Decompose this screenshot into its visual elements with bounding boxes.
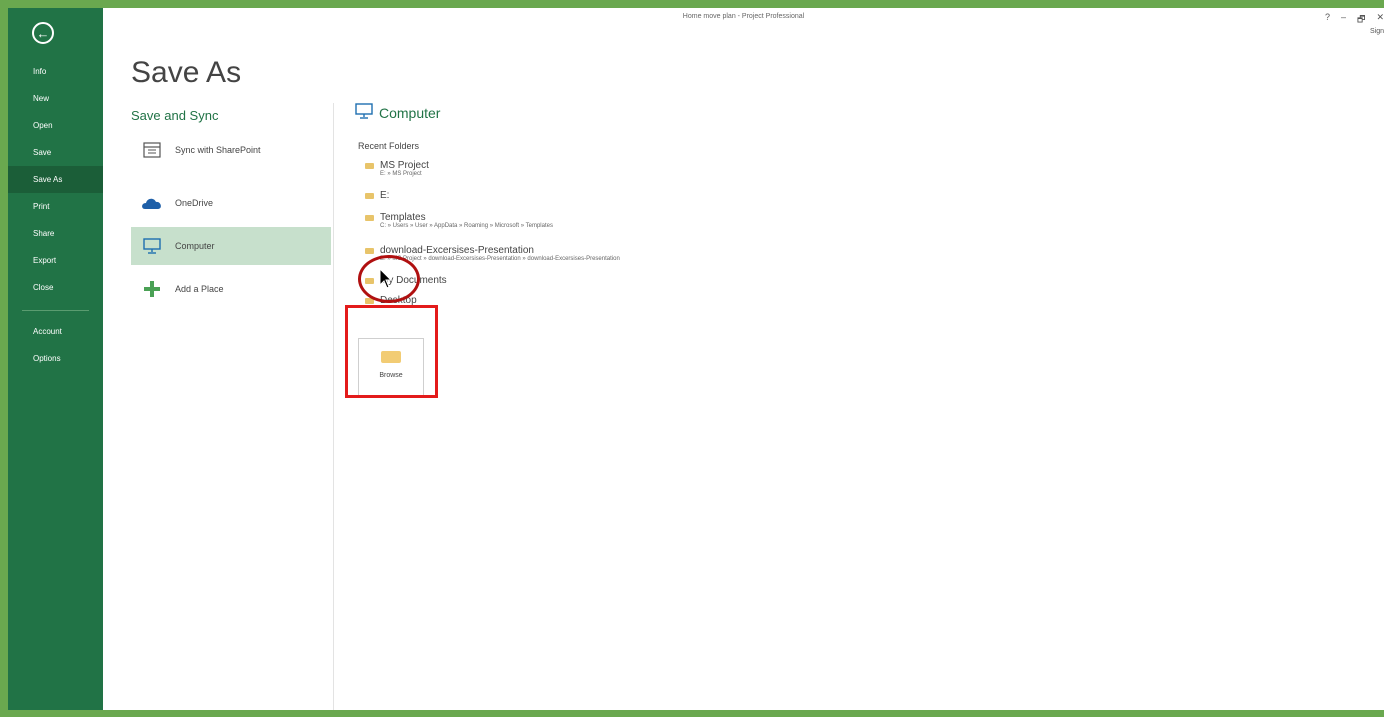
folder-name: download-Excersises-Presentation bbox=[380, 245, 534, 256]
folder-icon bbox=[365, 162, 374, 169]
nav-item-save[interactable]: Save bbox=[8, 139, 103, 166]
place-onedrive[interactable]: OneDrive bbox=[131, 184, 331, 222]
place-label: OneDrive bbox=[175, 198, 214, 208]
back-arrow-icon[interactable]: ← bbox=[32, 22, 54, 44]
nav-item-open[interactable]: Open bbox=[8, 112, 103, 139]
mouse-cursor-icon bbox=[379, 268, 393, 289]
nav-item-account[interactable]: Account bbox=[8, 318, 103, 345]
recent-folder[interactable]: MS Project E: » MS Project bbox=[365, 160, 429, 177]
nav-item-export[interactable]: Export bbox=[8, 247, 103, 274]
window-title: Home move plan - Project Professional bbox=[682, 13, 805, 20]
folder-name: MS Project bbox=[380, 160, 429, 171]
cloud-icon bbox=[141, 194, 163, 212]
place-add[interactable]: Add a Place bbox=[131, 270, 331, 308]
folder-icon bbox=[365, 192, 374, 199]
help-icon[interactable]: ? bbox=[1325, 12, 1330, 28]
nav-item-close[interactable]: Close bbox=[8, 274, 103, 301]
plus-icon bbox=[141, 280, 163, 298]
restore-icon[interactable]: 🗗 bbox=[1357, 12, 1365, 28]
nav-item-share[interactable]: Share bbox=[8, 220, 103, 247]
place-sharepoint[interactable]: Sync with SharePoint bbox=[131, 131, 331, 169]
folder-path: E: » MS Project » download-Excersises-Pr… bbox=[380, 256, 620, 262]
page-title: Save As bbox=[131, 56, 242, 89]
place-computer[interactable]: Computer bbox=[131, 227, 331, 265]
recent-folder[interactable]: E: bbox=[365, 190, 389, 201]
nav-item-save-as[interactable]: Save As bbox=[8, 166, 103, 193]
nav-item-print[interactable]: Print bbox=[8, 193, 103, 220]
column-divider bbox=[333, 103, 334, 710]
minimize-icon[interactable]: – bbox=[1341, 12, 1346, 28]
folder-name: E: bbox=[380, 190, 390, 201]
computer-panel: Computer Recent Folders MS Project E: » … bbox=[355, 103, 855, 306]
nav-item-new[interactable]: New bbox=[8, 85, 103, 112]
computer-icon bbox=[141, 237, 163, 255]
nav-item-info[interactable]: Info bbox=[8, 58, 103, 85]
recent-folder[interactable]: Templates C: » Users » User » AppData » … bbox=[365, 212, 553, 229]
app-window: ← Info New Open Save Save As Print Share… bbox=[8, 8, 1384, 710]
sign-in-link[interactable]: Sign bbox=[1370, 28, 1384, 35]
place-label: Sync with SharePoint bbox=[175, 145, 261, 155]
save-locations-panel: Save and Sync Sync with SharePoint OneDr… bbox=[131, 108, 331, 297]
recent-folders-label: Recent Folders bbox=[358, 141, 420, 151]
place-label: Add a Place bbox=[175, 284, 224, 294]
place-label: Computer bbox=[175, 241, 215, 251]
computer-icon bbox=[355, 103, 373, 122]
nav-divider bbox=[22, 310, 89, 311]
folder-path: E: » MS Project bbox=[380, 171, 422, 177]
computer-heading: Computer bbox=[355, 103, 855, 122]
title-bar: Home move plan - Project Professional ? … bbox=[103, 8, 1384, 35]
nav-item-options[interactable]: Options bbox=[8, 345, 103, 372]
close-icon[interactable]: ✕ bbox=[1376, 12, 1384, 28]
backstage-sidebar: ← Info New Open Save Save As Print Share… bbox=[8, 8, 103, 710]
annotation-highlight-box bbox=[345, 305, 438, 398]
section-heading: Save and Sync bbox=[131, 108, 219, 123]
folder-path: C: » Users » User » AppData » Roaming » … bbox=[380, 223, 553, 229]
sharepoint-icon bbox=[141, 141, 163, 159]
folder-icon bbox=[365, 214, 374, 221]
backstage-nav: Info New Open Save Save As Print Share E… bbox=[8, 58, 103, 372]
folder-icon bbox=[365, 247, 374, 254]
computer-heading-label: Computer bbox=[379, 104, 441, 121]
window-controls: ? – 🗗 ✕ bbox=[1325, 12, 1384, 28]
folder-name: Templates bbox=[380, 212, 426, 223]
